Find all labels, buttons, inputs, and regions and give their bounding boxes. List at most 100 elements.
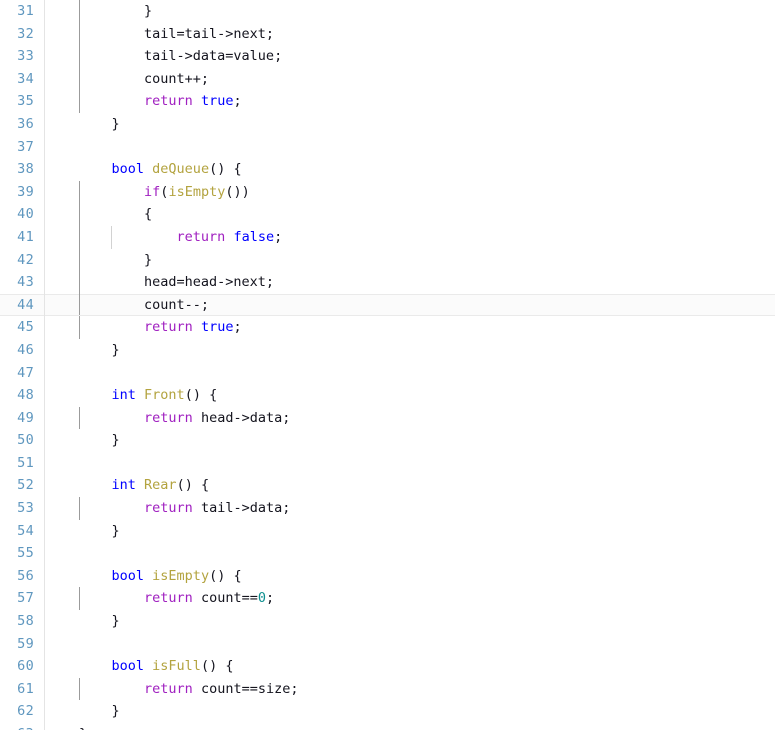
code-text[interactable]: count++; [79, 68, 209, 91]
code-text[interactable]: } [79, 339, 120, 362]
code-line[interactable]: 50 } [0, 429, 775, 452]
code-line[interactable]: 61 return count==size; [0, 677, 775, 701]
code-text[interactable]: return tail->data; [79, 497, 290, 520]
line-number[interactable]: 41 [0, 226, 34, 249]
line-number[interactable]: 49 [0, 407, 34, 430]
code-line[interactable]: 38 bool deQueue() { [0, 158, 775, 181]
code-line[interactable]: 60 bool isFull() { [0, 655, 775, 678]
code-line[interactable]: 32 tail=tail->next; [0, 22, 775, 46]
code-text[interactable]: return true; [79, 90, 242, 113]
code-line[interactable]: 48 int Front() { [0, 384, 775, 407]
code-line[interactable]: 63}; [0, 723, 775, 730]
code-line[interactable]: 39 if(isEmpty()) [0, 180, 775, 204]
code-line[interactable]: 42 } [0, 248, 775, 272]
code-line[interactable]: 62 } [0, 700, 775, 723]
code-text[interactable]: bool isEmpty() { [79, 565, 242, 588]
line-number[interactable]: 50 [0, 429, 34, 452]
code-text[interactable]: count--; [79, 294, 209, 317]
code-line[interactable]: 43 head=head->next; [0, 271, 775, 294]
code-text[interactable]: head=head->next; [79, 271, 274, 294]
code-text[interactable]: tail=tail->next; [79, 23, 274, 46]
code-text[interactable]: return false; [79, 226, 283, 249]
code-text[interactable]: return head->data; [79, 407, 290, 430]
line-number[interactable]: 35 [0, 90, 34, 113]
code-line[interactable]: 46 } [0, 339, 775, 362]
line-number[interactable]: 48 [0, 384, 34, 407]
code-line[interactable]: 53 return tail->data; [0, 497, 775, 520]
code-line[interactable]: 33 tail->data=value; [0, 45, 775, 68]
code-line[interactable]: 56 bool isEmpty() { [0, 565, 775, 588]
line-number[interactable]: 37 [0, 136, 34, 159]
code-line-active[interactable]: 44 count--; [0, 293, 775, 317]
line-number[interactable]: 42 [0, 249, 34, 272]
line-number[interactable]: 61 [0, 678, 34, 701]
code-line[interactable]: 58 } [0, 610, 775, 633]
line-number[interactable]: 51 [0, 452, 34, 475]
line-number[interactable]: 33 [0, 45, 34, 68]
line-number[interactable]: 32 [0, 23, 34, 46]
line-number[interactable]: 57 [0, 587, 34, 610]
code-text[interactable]: tail->data=value; [79, 45, 282, 68]
code-line[interactable]: 57 return count==0; [0, 587, 775, 611]
code-line[interactable]: 34 count++; [0, 67, 775, 91]
line-number[interactable]: 60 [0, 655, 34, 678]
token-txt: } [79, 251, 153, 268]
code-line[interactable]: 36 } [0, 113, 775, 136]
code-line[interactable]: 40 { [0, 203, 775, 226]
line-number[interactable]: 40 [0, 203, 34, 226]
code-line[interactable]: 54 } [0, 520, 775, 543]
line-number[interactable]: 36 [0, 113, 34, 136]
code-text[interactable]: int Front() { [79, 384, 218, 407]
code-editor[interactable]: 31 } 32 tail=tail->next; 33 tail->data=val… [0, 0, 775, 730]
code-text[interactable]: } [79, 429, 120, 452]
code-text[interactable]: bool isFull() { [79, 655, 234, 678]
code-line[interactable]: 35 return true; [0, 90, 775, 113]
code-line[interactable]: 55 [0, 542, 775, 565]
line-number[interactable]: 58 [0, 610, 34, 633]
code-line[interactable]: 31 } [0, 0, 775, 23]
code-text[interactable]: return count==size; [79, 678, 298, 701]
line-number[interactable]: 31 [0, 0, 34, 23]
code-text[interactable]: } [79, 113, 120, 136]
code-text[interactable]: } [79, 520, 120, 543]
line-number[interactable]: 63 [0, 723, 34, 730]
line-number[interactable]: 46 [0, 339, 34, 362]
line-number[interactable]: 56 [0, 565, 34, 588]
code-text[interactable]: if(isEmpty()) [79, 181, 250, 204]
token-txt: }; [79, 726, 95, 730]
code-line[interactable]: 41 return false; [0, 225, 775, 249]
code-line[interactable]: 45 return true; [0, 316, 775, 339]
code-text[interactable]: } [79, 249, 152, 272]
code-text[interactable]: bool deQueue() { [79, 158, 242, 181]
line-number[interactable]: 59 [0, 633, 34, 656]
code-text[interactable]: } [79, 610, 120, 633]
line-number[interactable]: 34 [0, 68, 34, 91]
code-line[interactable]: 52 int Rear() { [0, 474, 775, 497]
code-text[interactable]: }; [79, 723, 95, 730]
line-number[interactable]: 62 [0, 700, 34, 723]
line-number[interactable]: 52 [0, 474, 34, 497]
line-number[interactable]: 54 [0, 520, 34, 543]
code-line[interactable]: 37 [0, 136, 775, 159]
line-number[interactable]: 45 [0, 316, 34, 339]
code-text[interactable]: int Rear() { [79, 474, 210, 497]
line-number[interactable]: 39 [0, 181, 34, 204]
code-text[interactable]: } [79, 0, 152, 23]
code-text[interactable]: { [79, 203, 152, 226]
line-number[interactable]: 43 [0, 271, 34, 294]
line-number[interactable]: 47 [0, 362, 34, 385]
code-line[interactable]: 59 [0, 633, 775, 656]
code-text[interactable]: return count==0; [79, 587, 274, 610]
code-line[interactable]: 51 [0, 452, 775, 475]
code-text[interactable]: } [79, 700, 120, 723]
line-number[interactable]: 38 [0, 158, 34, 181]
code-lines-container[interactable]: 31 } 32 tail=tail->next; 33 tail->data=val… [0, 0, 775, 730]
code-text[interactable]: return true; [79, 316, 242, 339]
token-ctrl: return [144, 500, 193, 517]
line-number[interactable]: 53 [0, 497, 34, 520]
code-line[interactable]: 49 return head->data; [0, 406, 775, 430]
line-number[interactable]: 55 [0, 542, 34, 565]
code-line[interactable]: 47 [0, 362, 775, 385]
line-number[interactable]: 44 [0, 294, 34, 317]
